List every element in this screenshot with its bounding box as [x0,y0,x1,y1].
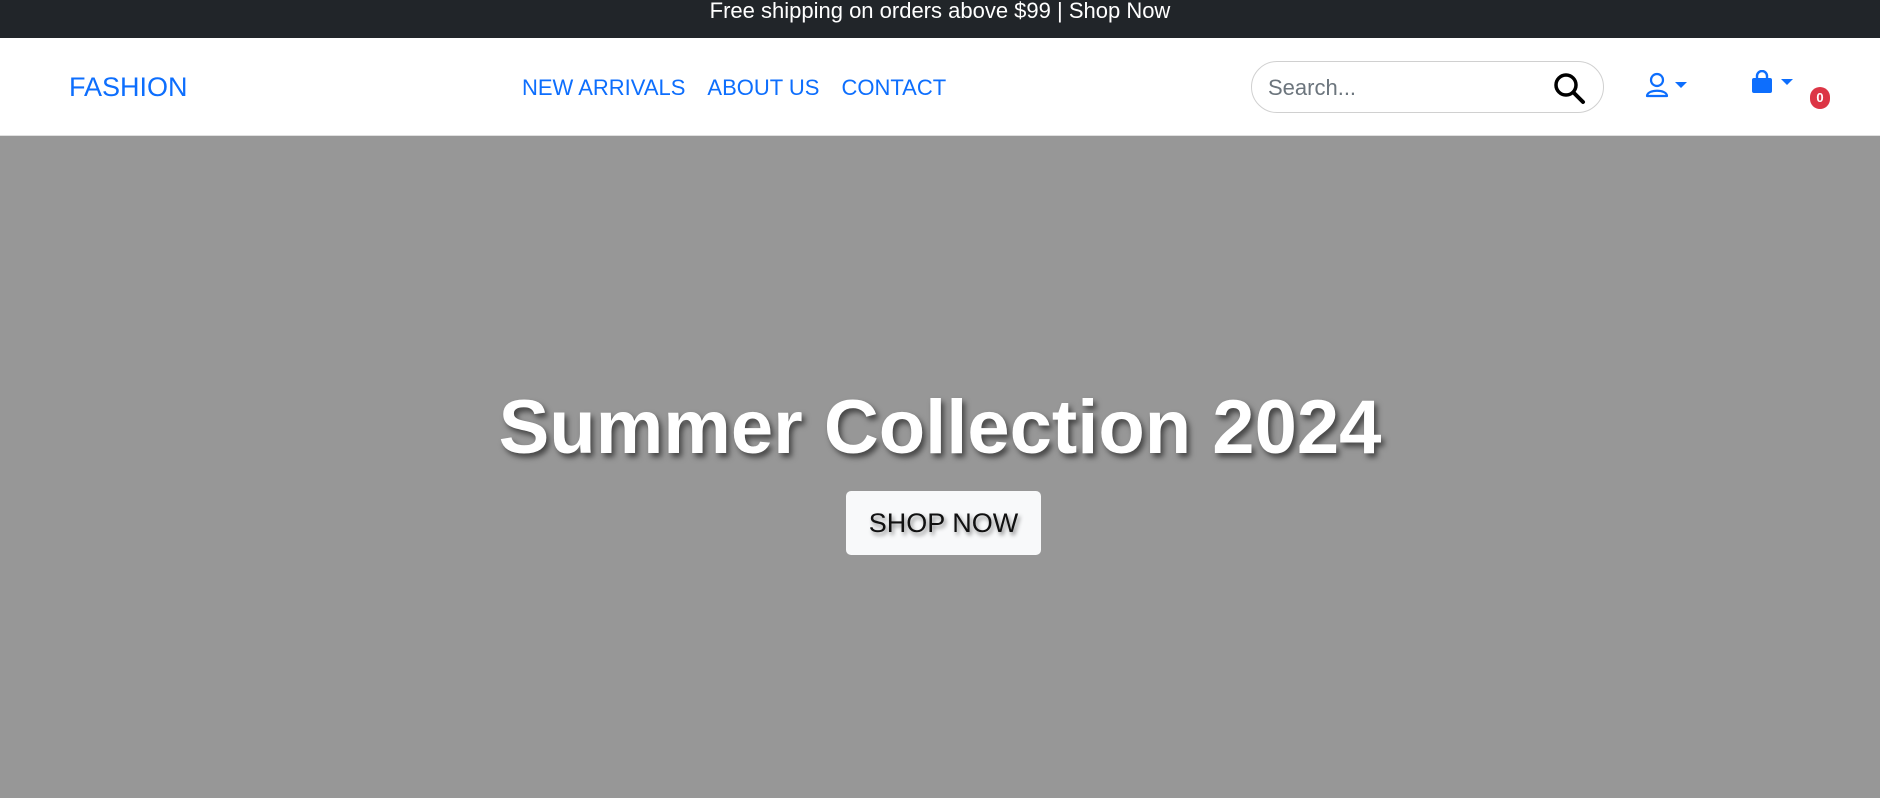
hero-title: Summer Collection 2024 [498,385,1382,470]
cart-dropdown[interactable] [1751,70,1793,94]
main-navbar: FASHION NEW ARRIVALS ABOUT US CONTACT 0 [0,38,1880,136]
user-icon [1645,72,1669,98]
search-input[interactable] [1268,74,1538,102]
chevron-down-icon [1675,82,1687,88]
cart-count-badge: 0 [1810,87,1830,109]
shop-now-button[interactable]: SHOP NOW [846,491,1041,555]
announcement-bar: Free shipping on orders above $99 | Shop… [0,0,1880,38]
search-box [1251,61,1604,113]
nav-contact[interactable]: CONTACT [841,75,946,101]
search-button[interactable] [1549,68,1589,108]
account-dropdown[interactable] [1645,72,1687,98]
hero-banner: Summer Collection 2024 SHOP NOW [0,136,1880,798]
announcement-text[interactable]: Free shipping on orders above $99 | Shop… [710,0,1171,23]
brand-logo[interactable]: FASHION [69,72,188,103]
nav-links: NEW ARRIVALS ABOUT US CONTACT [522,75,946,101]
nav-new-arrivals[interactable]: NEW ARRIVALS [522,75,685,101]
chevron-down-icon [1781,79,1793,85]
nav-about-us[interactable]: ABOUT US [707,75,819,101]
search-icon [1554,73,1585,104]
shopping-bag-icon [1752,70,1772,93]
